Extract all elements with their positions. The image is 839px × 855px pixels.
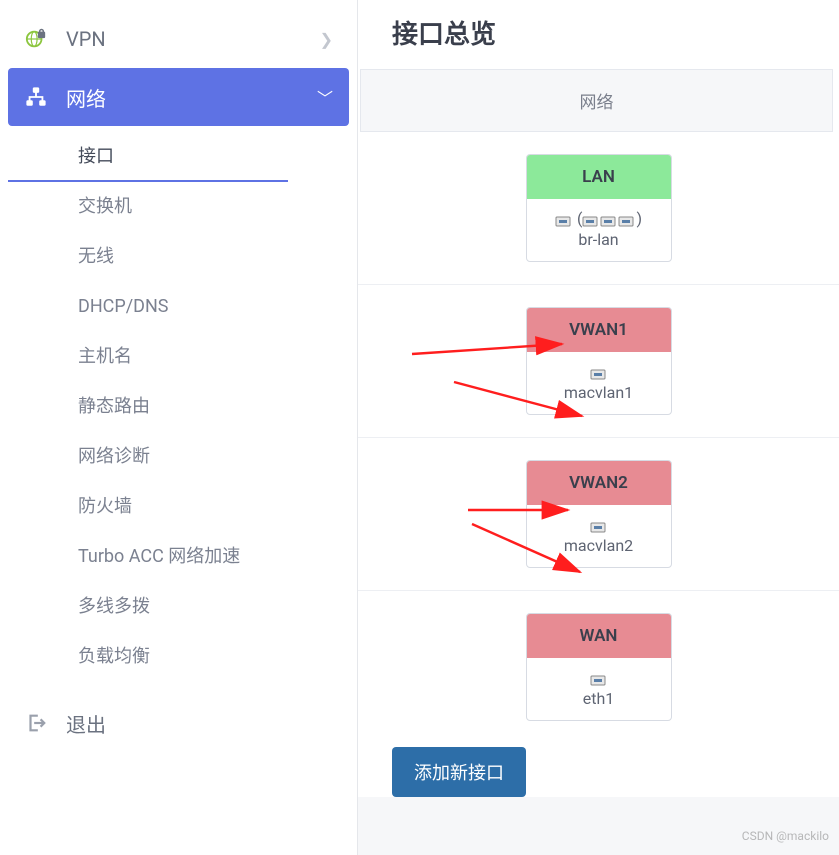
sub-item-hostnames[interactable]: 主机名	[8, 332, 349, 382]
device-label: eth1	[583, 689, 615, 708]
iface-name: VWAN1	[527, 308, 671, 352]
chevron-right-icon: ❯	[320, 30, 333, 49]
chevron-down-icon: ﹀	[317, 85, 333, 109]
nav-network-sublist: 接口 交换机 无线 DHCP/DNS 主机名 静态路由 网络诊断 防火墙 Tur…	[8, 126, 349, 688]
sub-item-dhcp[interactable]: DHCP/DNS	[8, 282, 349, 332]
device-label: br-lan	[578, 230, 618, 249]
sub-item-switch[interactable]: 交换机	[8, 182, 349, 232]
sub-item-diag[interactable]: 网络诊断	[8, 432, 349, 482]
sub-item-turboacc[interactable]: Turbo ACC 网络加速	[8, 532, 349, 582]
iface-device: macvlan2	[527, 505, 671, 567]
nav-network[interactable]: 网络 ﹀	[8, 68, 349, 126]
iface-name: LAN	[527, 155, 671, 199]
sidebar: VPN ❯ 网络 ﹀ 接口 交换机 无线 DHCP/DNS 主机名 静态路由 网…	[0, 0, 358, 855]
sub-item-mwan[interactable]: 多线多拨	[8, 582, 349, 632]
iface-device: eth1	[527, 658, 671, 720]
globe-lock-icon	[24, 27, 48, 51]
nav-network-label: 网络	[66, 83, 106, 112]
iface-device: () br-lan	[527, 199, 671, 261]
sub-item-wireless[interactable]: 无线	[8, 232, 349, 282]
ethernet-icon	[590, 519, 608, 533]
nav-logout-label: 退出	[66, 709, 106, 738]
iface-box[interactable]: WAN eth1	[526, 613, 672, 721]
ethernet-icon	[590, 366, 608, 380]
logout-icon	[24, 711, 48, 735]
iface-cell-vwan1: VWAN1 macvlan1	[358, 285, 839, 438]
device-label: macvlan1	[564, 383, 633, 402]
column-header-network: 网络	[360, 69, 833, 132]
interface-table: 网络 LAN () br-lan VWAN1	[358, 69, 839, 797]
iface-cell-wan: WAN eth1	[358, 591, 839, 743]
sub-item-routes[interactable]: 静态路由	[8, 382, 349, 432]
iface-cell-vwan2: VWAN2 macvlan2	[358, 438, 839, 591]
sub-item-loadbal[interactable]: 负载均衡	[8, 632, 349, 682]
ethernet-icon	[600, 213, 618, 227]
ethernet-icon	[590, 672, 608, 686]
nav-vpn-label: VPN	[66, 27, 106, 51]
nav-logout[interactable]: 退出	[8, 694, 349, 752]
watermark: CSDN @mackilo	[742, 829, 829, 843]
add-interface-button[interactable]: 添加新接口	[392, 747, 526, 797]
iface-name: VWAN2	[527, 461, 671, 505]
network-icon	[24, 85, 48, 109]
device-icon-group: ()	[531, 209, 667, 228]
iface-box[interactable]: LAN () br-lan	[526, 154, 672, 262]
page-title: 接口总览	[358, 0, 839, 69]
main-panel: 接口总览 网络 LAN () br-lan	[358, 0, 839, 855]
sub-item-firewall[interactable]: 防火墙	[8, 482, 349, 532]
iface-box[interactable]: VWAN2 macvlan2	[526, 460, 672, 568]
iface-device: macvlan1	[527, 352, 671, 414]
ethernet-icon	[618, 213, 636, 227]
iface-name: WAN	[527, 614, 671, 658]
device-label: macvlan2	[564, 536, 633, 555]
iface-cell-lan: LAN () br-lan	[358, 132, 839, 285]
nav-vpn[interactable]: VPN ❯	[8, 10, 349, 68]
sub-item-interfaces[interactable]: 接口	[8, 132, 288, 182]
ethernet-icon	[582, 213, 600, 227]
ethernet-icon	[555, 213, 573, 227]
iface-box[interactable]: VWAN1 macvlan1	[526, 307, 672, 415]
